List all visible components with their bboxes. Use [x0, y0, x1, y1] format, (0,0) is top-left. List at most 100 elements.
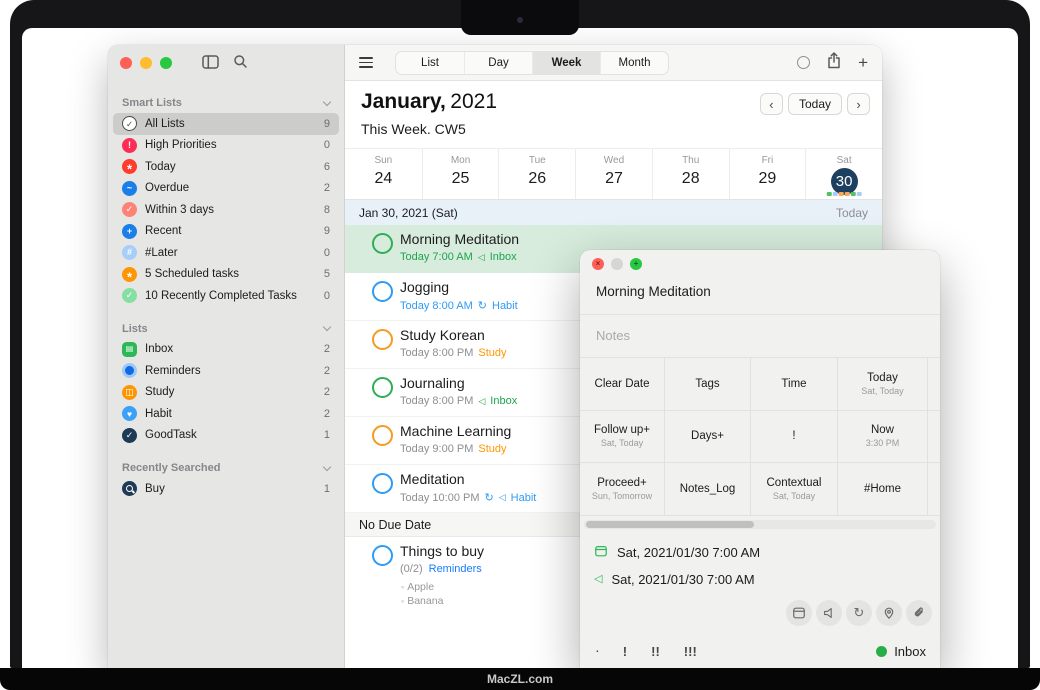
task-title-field[interactable]: Morning Meditation — [596, 284, 711, 299]
sidebar-item-goodtask[interactable]: ✓ GoodTask 1 — [113, 425, 339, 447]
today-button[interactable]: Today — [787, 93, 842, 115]
action-contextual[interactable]: Contextual Sat, Today — [751, 463, 838, 516]
priority-low[interactable]: ! — [623, 644, 627, 659]
sidebar-item-study[interactable]: ◫ Study 2 — [113, 382, 339, 404]
zoom-button[interactable]: + — [630, 258, 642, 270]
sidebar-item-high-priorities[interactable]: ! High Priorities 0 — [113, 135, 339, 157]
popup-footer: . ! !! !!! Inbox — [596, 644, 926, 659]
sidebar-item-reminders[interactable]: Reminders 2 — [113, 360, 339, 382]
section-header-smart-lists[interactable]: Smart Lists — [108, 93, 344, 113]
complete-checkbox[interactable] — [372, 425, 393, 446]
complete-checkbox[interactable] — [372, 233, 393, 254]
sidebar-item-buy[interactable]: Buy 1 — [113, 478, 339, 500]
day-cell-wed[interactable]: Wed 27 — [575, 149, 652, 199]
sidebar-item-overdue[interactable]: ~ Overdue 2 — [113, 178, 339, 200]
minimize-button-disabled — [611, 258, 623, 270]
tab-week-view[interactable]: Week — [532, 51, 600, 74]
priority-selector: . ! !! !!! — [596, 644, 697, 659]
action-notes-log[interactable]: Notes_Log — [665, 463, 751, 516]
day-cell-fri[interactable]: Fri 29 — [728, 149, 806, 199]
location-icon[interactable] — [876, 600, 902, 626]
calendar-header: January, 2021 This Week. CW5 ‹ Today › — [345, 81, 882, 148]
week-subtitle: This Week. CW5 — [361, 121, 466, 137]
sidebar-item-later[interactable]: # #Later 0 — [113, 242, 339, 264]
action-time[interactable]: Time — [751, 358, 838, 411]
action-home-tag[interactable]: #Home — [838, 463, 928, 516]
complete-checkbox[interactable] — [372, 329, 393, 350]
asterisk-circle-icon: * — [122, 159, 137, 176]
progress-circle-icon[interactable] — [797, 56, 811, 69]
notch — [461, 0, 579, 35]
quick-actions-grid: Clear Date Tags Time Today Sat, Today Fol… — [580, 358, 940, 516]
day-cell-sat-selected[interactable]: Sat 30 — [805, 149, 882, 199]
horizontal-scrollbar-thumb[interactable] — [586, 521, 754, 528]
action-today[interactable]: Today Sat, Today — [838, 358, 928, 411]
add-task-icon[interactable]: + — [858, 54, 868, 71]
tab-list-view[interactable]: List — [396, 52, 464, 74]
priority-medium[interactable]: !! — [651, 644, 660, 659]
priority-high[interactable]: !!! — [684, 644, 697, 659]
heart-icon: ♥ — [122, 406, 137, 422]
alert-icon[interactable] — [816, 600, 842, 626]
complete-checkbox[interactable] — [372, 281, 393, 302]
alert-icon: ◁ — [498, 492, 506, 502]
repeat-icon[interactable]: ↻ — [846, 600, 872, 626]
sidebar-item-scheduled-tasks[interactable]: * 5 Scheduled tasks 5 — [113, 264, 339, 286]
count-badge: 1 — [323, 482, 330, 495]
tab-month-view[interactable]: Month — [600, 51, 668, 74]
prev-week-button[interactable]: ‹ — [759, 93, 783, 115]
action-days-plus[interactable]: Days+ — [665, 410, 751, 464]
task-list-tag: Habit — [510, 491, 537, 504]
sidebar-item-inbox[interactable]: ▤ Inbox 2 — [113, 339, 339, 361]
alert-date-row[interactable]: ◁ Sat, 2021/01/30 7:00 AM — [594, 572, 755, 587]
priority-none[interactable]: . — [596, 644, 599, 659]
close-button[interactable] — [120, 57, 132, 69]
sidebar-item-within-3-days[interactable]: ✓ Within 3 days 8 — [113, 199, 339, 221]
day-cell-tue[interactable]: Tue 26 — [498, 149, 575, 199]
alert-icon: ◁ — [594, 573, 603, 585]
action-priority[interactable]: ! — [751, 410, 838, 464]
list-selector[interactable]: Inbox — [876, 644, 926, 659]
chevron-down-icon — [322, 462, 332, 471]
action-now[interactable]: Now 3:30 PM — [838, 410, 928, 464]
sidebar-item-all-lists[interactable]: ✓ All Lists 9 — [113, 113, 339, 135]
day-cell-mon[interactable]: Mon 25 — [421, 149, 499, 199]
zoom-button[interactable] — [160, 57, 172, 69]
selected-date-label: Jan 30, 2021 (Sat) — [359, 205, 458, 220]
search-icon[interactable] — [233, 54, 248, 72]
section-header-recently-searched[interactable]: Recently Searched — [108, 458, 344, 478]
task-list-tag: Reminders — [428, 563, 482, 575]
complete-checkbox[interactable] — [372, 377, 393, 398]
selected-date-row: Jan 30, 2021 (Sat) Today — [345, 200, 882, 225]
sidebar-item-recently-completed[interactable]: ✓ 10 Recently Completed Tasks 0 — [113, 285, 339, 307]
minimize-button[interactable] — [140, 57, 152, 69]
alert-icon: ◁ — [477, 251, 485, 262]
attachment-icon[interactable] — [906, 600, 932, 626]
sidebar-item-recent[interactable]: + Recent 9 — [113, 221, 339, 243]
count-badge: 0 — [323, 139, 330, 152]
sidebar-item-today[interactable]: * Today 6 — [113, 156, 339, 178]
action-clear-date[interactable]: Clear Date — [580, 358, 665, 411]
share-icon[interactable] — [827, 51, 841, 74]
close-button[interactable]: × — [592, 258, 604, 270]
complete-checkbox[interactable] — [372, 545, 393, 566]
section-header-lists[interactable]: Lists — [108, 319, 344, 339]
notes-field[interactable]: Notes — [596, 328, 630, 343]
count-badge: 2 — [323, 386, 330, 399]
complete-checkbox[interactable] — [372, 473, 393, 494]
horizontal-scrollbar-track[interactable] — [584, 520, 936, 529]
action-tags[interactable]: Tags — [665, 358, 751, 411]
due-date-row[interactable]: Sat, 2021/01/30 7:00 AM — [594, 544, 760, 561]
next-week-button[interactable]: › — [847, 93, 870, 115]
day-cell-sun[interactable]: Sun 24 — [345, 149, 422, 199]
tab-day-view[interactable]: Day — [464, 51, 532, 74]
menu-icon[interactable] — [359, 57, 373, 68]
sidebar-toggle-icon[interactable] — [202, 54, 219, 72]
count-badge: 9 — [323, 117, 330, 130]
action-proceed[interactable]: Proceed+ Sun, Tomorrow — [580, 463, 665, 516]
calendar-icon[interactable] — [786, 600, 812, 626]
sidebar-item-habit[interactable]: ♥ Habit 2 — [113, 403, 339, 425]
action-follow-up[interactable]: Follow up+ Sat, Today — [580, 410, 665, 464]
day-cell-thu[interactable]: Thu 28 — [651, 149, 729, 199]
bullet-icon: ◦ — [401, 596, 405, 606]
